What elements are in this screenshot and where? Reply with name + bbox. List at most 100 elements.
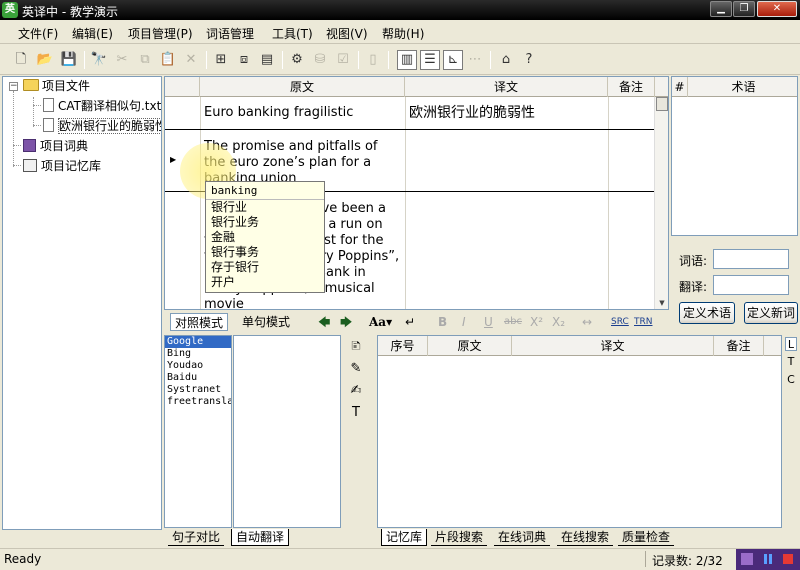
term-header-term[interactable]: 术语 xyxy=(688,77,799,97)
side-toggle-t[interactable]: T xyxy=(785,355,797,369)
menu-view[interactable]: 视图(V) xyxy=(326,25,368,42)
delete-icon[interactable]: ✕ xyxy=(182,51,200,69)
settings-icon[interactable]: ⚙ xyxy=(288,51,306,69)
engine-item-bing[interactable]: Bing xyxy=(165,348,231,360)
tab-online-search[interactable]: 在线搜索 xyxy=(557,529,614,546)
stop-icon[interactable] xyxy=(781,552,795,566)
import-icon[interactable]: ⊞ xyxy=(212,51,230,69)
tree-collapse-toggle[interactable]: − xyxy=(9,82,18,91)
memory-header-target[interactable]: 译文 xyxy=(512,336,714,356)
engine-item-google[interactable]: Google xyxy=(165,336,231,348)
memory-header-num[interactable]: 序号 xyxy=(378,336,428,356)
menu-tools[interactable]: 工具(T) xyxy=(272,25,313,42)
view-grid-icon[interactable]: ⊾ xyxy=(443,50,463,70)
memory-icon[interactable]: ⛁ xyxy=(311,51,329,69)
suggestion-item[interactable]: 银行业 xyxy=(206,200,324,215)
tab-online-dictionary[interactable]: 在线词典 xyxy=(494,529,551,546)
tab-sentence-compare[interactable]: 句子对比 xyxy=(168,529,225,546)
suggestion-item[interactable]: 金融 xyxy=(206,230,324,245)
add-translation-icon[interactable]: 🗈 xyxy=(348,339,364,355)
define-new-word-button[interactable]: 定义新词 xyxy=(744,302,798,324)
source-tag-button[interactable]: SRC xyxy=(611,313,629,331)
memory-header-note[interactable]: 备注 xyxy=(714,336,764,356)
single-mode-tab[interactable]: 单句模式 xyxy=(242,313,290,331)
target-cell[interactable] xyxy=(405,130,608,138)
view-split-icon[interactable]: ⋯ xyxy=(466,51,484,69)
next-segment-icon[interactable]: 🡆 xyxy=(340,313,352,331)
strikethrough-icon[interactable]: abc xyxy=(504,313,522,331)
tab-memory[interactable]: 记忆库 xyxy=(381,529,428,546)
check-icon[interactable]: ☑ xyxy=(334,51,352,69)
view-stack-icon[interactable]: ☰ xyxy=(420,50,440,70)
menu-edit[interactable]: 编辑(E) xyxy=(72,25,113,42)
paste-icon[interactable]: 📋 xyxy=(159,51,177,69)
open-icon[interactable]: 📂 xyxy=(36,51,54,69)
find-icon[interactable]: 🔭 xyxy=(90,51,108,69)
scroll-thumb[interactable] xyxy=(656,97,668,111)
menu-help[interactable]: 帮助(H) xyxy=(382,25,424,42)
width-icon[interactable]: ↔ xyxy=(582,313,592,331)
edit-icon[interactable]: ✍ xyxy=(348,383,364,399)
side-toggle-c[interactable]: C xyxy=(785,373,797,387)
menu-project[interactable]: 项目管理(P) xyxy=(128,25,193,42)
menu-file[interactable]: 文件(F) xyxy=(18,25,58,42)
tree-item-memory[interactable]: 项目记忆库 xyxy=(23,157,101,175)
tab-fragment-search[interactable]: 片段搜索 xyxy=(431,529,488,546)
convert-icon[interactable]: ▤ xyxy=(258,51,276,69)
copy-icon[interactable]: ⧉ xyxy=(136,51,154,69)
export-icon[interactable]: ⧈ xyxy=(235,51,253,69)
scroll-down-icon[interactable]: ▼ xyxy=(656,297,668,309)
grid-header-target[interactable]: 译文 xyxy=(405,77,608,97)
suggestion-item[interactable]: 银行事务 xyxy=(206,245,324,260)
pause-icon[interactable] xyxy=(761,552,775,566)
view-side-icon[interactable]: ▥ xyxy=(397,50,417,70)
grid-header-source[interactable]: 原文 xyxy=(200,77,405,97)
target-cell[interactable]: 欧洲银行业的脆弱性 xyxy=(405,101,608,125)
source-cell[interactable]: Euro banking fragilistic xyxy=(200,101,405,125)
home-icon[interactable]: ⌂ xyxy=(497,51,515,69)
tab-auto-translate[interactable]: 自动翻译 xyxy=(231,529,290,546)
superscript-icon[interactable]: X² xyxy=(530,313,543,331)
bold-icon[interactable]: B xyxy=(438,313,447,331)
engine-item-systranet[interactable]: Systranet xyxy=(165,384,231,396)
tree-item-file1[interactable]: CAT翻译相似句.txt xyxy=(43,97,161,115)
tab-quality-check[interactable]: 质量检查 xyxy=(618,529,675,546)
engine-item-youdao[interactable]: Youdao xyxy=(165,360,231,372)
suggestion-item[interactable]: 银行业务 xyxy=(206,215,324,230)
text-edit-icon[interactable]: T xyxy=(348,405,364,421)
engine-item-baidu[interactable]: Baidu xyxy=(165,372,231,384)
subscript-icon[interactable]: X₂ xyxy=(552,313,565,331)
engine-item-freetranslation[interactable]: freetranslation xyxy=(165,396,231,408)
save-icon[interactable]: 💾 xyxy=(60,51,78,69)
table-row[interactable]: Euro banking fragilistic 欧洲银行业的脆弱性 xyxy=(165,97,655,130)
translation-input[interactable] xyxy=(713,275,789,295)
tree-item-file2[interactable]: 欧洲银行业的脆弱性 xyxy=(43,117,161,135)
layout-icon[interactable]: ▯ xyxy=(364,51,382,69)
grid-header-note[interactable]: 备注 xyxy=(608,77,655,97)
word-input[interactable] xyxy=(713,249,789,269)
memory-header-source[interactable]: 原文 xyxy=(428,336,512,356)
compare-mode-tab[interactable]: 对照模式 xyxy=(170,313,229,331)
tree-item-dictionary[interactable]: 项目词典 xyxy=(23,137,88,155)
menu-terms[interactable]: 词语管理 xyxy=(206,25,254,42)
prev-segment-icon[interactable]: 🡄 xyxy=(318,313,330,331)
font-dropdown[interactable]: Aa▾ xyxy=(369,313,392,331)
suggestion-item[interactable]: 存于银行 xyxy=(206,260,324,275)
side-toggle-l[interactable]: L xyxy=(785,337,797,351)
maximize-button[interactable]: ❐ xyxy=(733,1,755,17)
define-term-button[interactable]: 定义术语 xyxy=(679,302,735,324)
return-icon[interactable]: ↵ xyxy=(405,313,415,331)
new-icon[interactable]: 🗋 xyxy=(12,51,30,69)
help-icon[interactable]: ? xyxy=(520,51,538,69)
tree-item-project-files[interactable]: 项目文件 xyxy=(23,77,90,95)
close-button[interactable]: ✕ xyxy=(757,1,797,17)
vertical-scrollbar[interactable]: ▲ ▼ xyxy=(654,97,668,309)
target-cell[interactable] xyxy=(405,192,608,200)
minimize-button[interactable]: ▁ xyxy=(710,1,732,17)
suggestion-item[interactable]: 开户 xyxy=(206,275,324,290)
engine-output[interactable] xyxy=(233,335,341,528)
underline-icon[interactable]: U xyxy=(484,313,493,331)
italic-icon[interactable]: I xyxy=(462,313,466,331)
apply-translation-icon[interactable]: ✎ xyxy=(348,361,364,377)
cut-icon[interactable]: ✂ xyxy=(113,51,131,69)
